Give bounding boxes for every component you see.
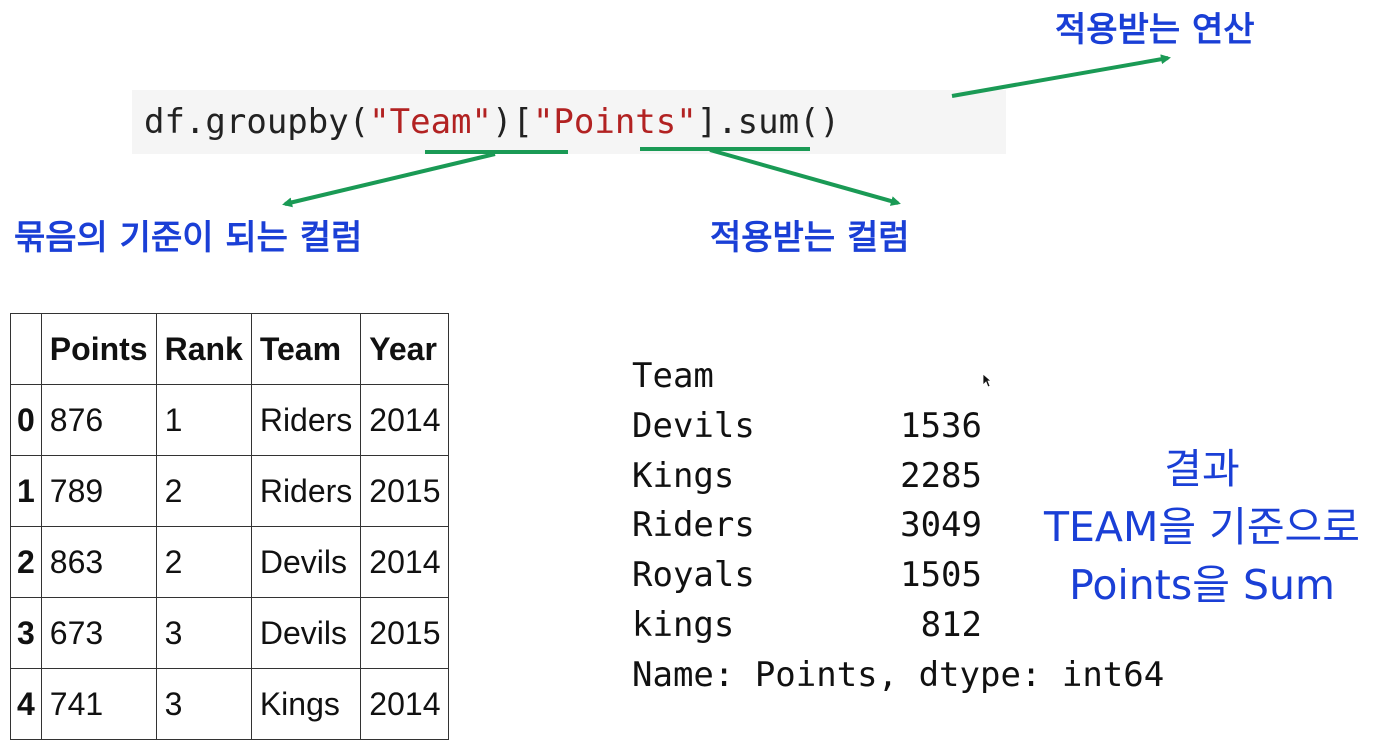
table-cell: 2015 — [360, 597, 450, 669]
dataframe-table: Points Rank Team Year 0 876 1 Riders 201… — [10, 313, 450, 740]
table-header-cell: Team — [250, 313, 362, 385]
row-index: 4 — [10, 668, 42, 740]
row-index: 0 — [10, 384, 42, 456]
table-row: 2 863 2 Devils 2014 — [10, 526, 450, 598]
result-annotation: 결과 TEAM을 기준으로 Points을 Sum — [1022, 440, 1382, 614]
result-line-3: Points을 Sum — [1069, 561, 1335, 609]
table-header-row: Points Rank Team Year — [10, 313, 450, 385]
group-arrow — [282, 152, 496, 208]
table-header-cell: Year — [360, 313, 450, 385]
result-title: 결과 — [1164, 445, 1240, 493]
operation-label: 적용받는 연산 — [1055, 10, 1255, 50]
series-value: 3049 — [900, 505, 982, 546]
table-cell: 2014 — [360, 668, 450, 740]
series-team: Riders — [632, 505, 755, 546]
table-header-cell — [10, 313, 42, 385]
table-cell: 876 — [40, 384, 157, 456]
series-team: Devils — [632, 405, 755, 446]
table-cell: 2 — [155, 455, 252, 527]
table-header-cell: Points — [40, 313, 157, 385]
mouse-cursor-icon — [982, 373, 992, 388]
table-cell: Riders — [250, 455, 362, 527]
table-cell: 2015 — [360, 455, 450, 527]
row-index: 2 — [10, 526, 42, 598]
table-row: 3 673 3 Devils 2015 — [10, 597, 450, 669]
table-row: 4 741 3 Kings 2014 — [10, 668, 450, 740]
result-line-2: TEAM을 기준으로 — [1043, 503, 1360, 551]
series-value: 1536 — [900, 405, 982, 446]
series-value: 2285 — [900, 455, 982, 496]
table-cell: 3 — [155, 668, 252, 740]
table-cell: 2014 — [360, 526, 450, 598]
table-cell: 673 — [40, 597, 157, 669]
table-row: 1 789 2 Riders 2015 — [10, 455, 450, 527]
table-cell: 3 — [155, 597, 252, 669]
series-team: Kings — [632, 455, 735, 496]
row-index: 1 — [10, 455, 42, 527]
series-index-name: Team — [632, 356, 714, 396]
table-cell: 2014 — [360, 384, 450, 456]
table-cell: Kings — [250, 668, 362, 740]
table-cell: Devils — [250, 597, 362, 669]
series-value: 1505 — [900, 555, 982, 596]
table-cell: 1 — [155, 384, 252, 456]
series-team: kings — [632, 604, 735, 645]
row-index: 3 — [10, 597, 42, 669]
series-footer: Name: Points, dtype: int64 — [632, 654, 1165, 695]
table-cell: Riders — [250, 384, 362, 456]
table-cell: 863 — [40, 526, 157, 598]
table-row: 0 876 1 Riders 2014 — [10, 384, 450, 456]
table-cell: Devils — [250, 526, 362, 598]
table-cell: 789 — [40, 455, 157, 527]
series-team: Royals — [632, 555, 755, 596]
table-cell: 741 — [40, 668, 157, 740]
series-value: 812 — [920, 604, 982, 645]
group-column-label: 묶음의 기준이 되는 컬럼 — [14, 218, 363, 258]
column-arrow — [709, 148, 901, 206]
operation-arrow — [951, 54, 1171, 98]
table-cell: 2 — [155, 526, 252, 598]
applied-column-label: 적용받는 컬럼 — [710, 218, 910, 258]
table-header-cell: Rank — [155, 313, 252, 385]
